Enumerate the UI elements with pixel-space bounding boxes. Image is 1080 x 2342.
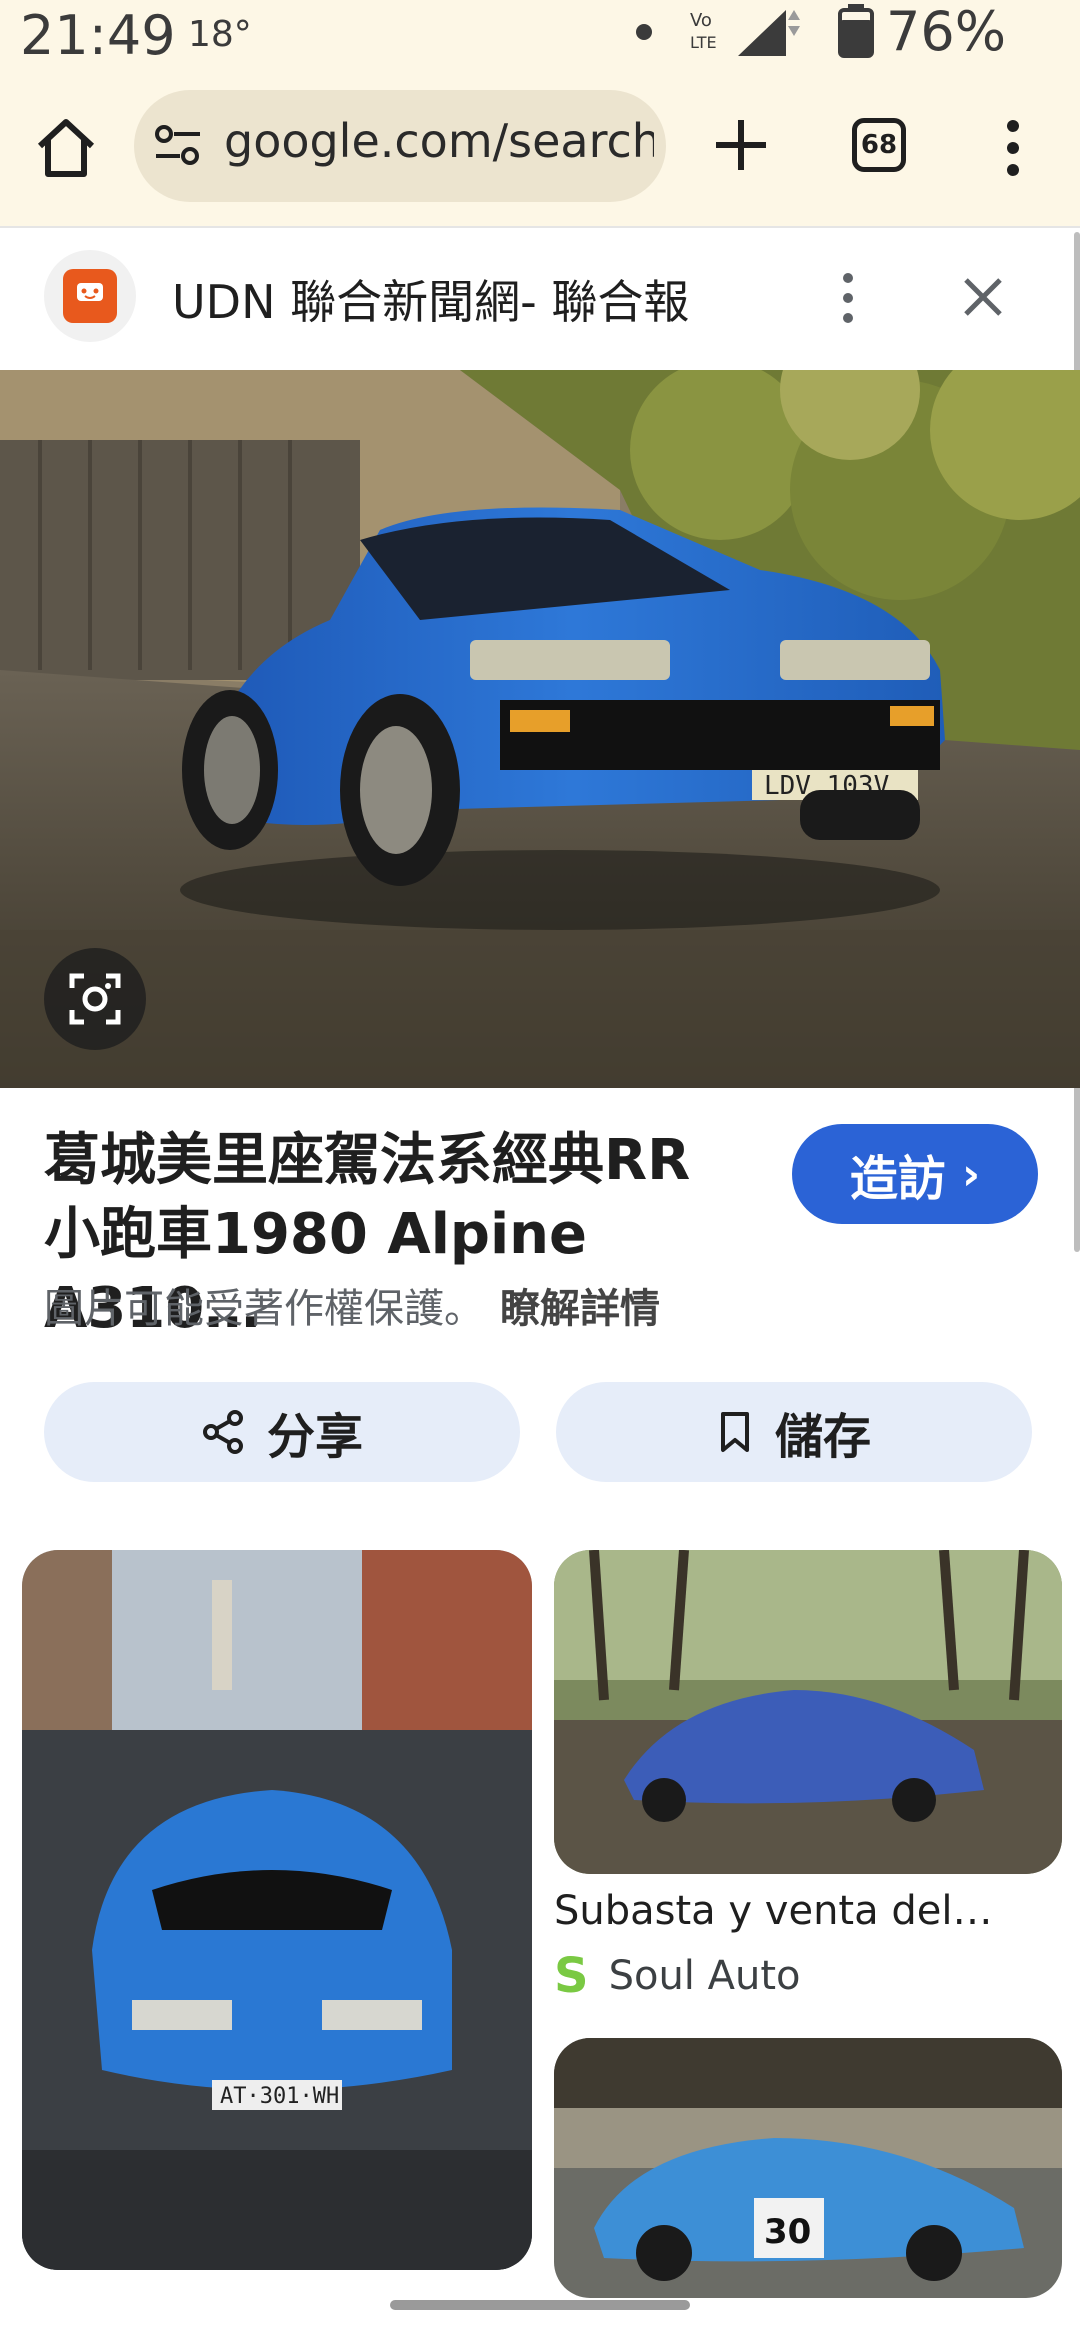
share-label: 分享 [266,1409,363,1465]
svg-text:Vo: Vo [690,10,712,31]
tab-count: 68 [860,130,898,160]
new-tab-plus-icon[interactable] [706,110,776,180]
browser-toolbar: google.com/search? 68 [0,70,1080,226]
home-icon[interactable] [30,112,102,184]
status-bar: 21:49 18° Vo LTE 76% [0,0,1080,70]
status-time: 21:49 [20,4,176,67]
udn-logo-icon [63,269,117,323]
blue-car-street-image: AT·301·WH [22,1550,532,2270]
volte-icon: Vo LTE [690,10,717,52]
blue-car-park-image [554,1550,1062,1874]
image-result-sheet: UDN 聯合新聞網- 聯合報 LDV 103V 葛城美里座駕法系經典RR 小跑車… [0,226,1080,2342]
chevron-right-icon: › [961,1148,981,1200]
result-title-line1: 葛城美里座駕法系經典RR [44,1128,691,1193]
battery-icon [838,4,874,58]
related-source[interactable]: S Soul Auto [554,1948,801,2004]
visit-button[interactable]: 造訪 › [792,1124,1038,1224]
close-icon[interactable] [958,272,1008,322]
share-icon [202,1410,243,1454]
battery-percent: 76% [886,0,1007,63]
blue-sports-car-image: LDV 103V [0,370,1080,1088]
related-image-right-bottom[interactable]: 30 [554,2038,1062,2298]
lens-icon [69,973,121,1025]
related-title[interactable]: Subasta y venta del… [554,1888,992,1934]
rally-car-image: 30 [554,2038,1062,2298]
url-text: google.com/search? [224,114,654,168]
related-image-right-top[interactable] [554,1550,1062,1874]
status-temperature: 18° [188,14,252,55]
copyright-notice: 圖片可能受著作權保護。 瞭解詳情 [44,1276,660,1334]
related-image-left[interactable]: AT·301·WH [22,1550,532,2270]
tune-icon[interactable] [154,124,202,168]
browser-menu-more-vert-icon[interactable] [1000,116,1026,180]
svg-text:30: 30 [764,2212,811,2252]
lens-search-button[interactable] [44,948,146,1050]
source-more-vert-icon[interactable] [836,270,860,326]
source-title[interactable]: UDN 聯合新聞網- 聯合報 [172,266,689,332]
learn-more-link[interactable]: 瞭解詳情 [500,1286,660,1332]
signal-icon [738,10,800,56]
visit-label: 造訪 [849,1151,946,1207]
svg-text:LTE: LTE [690,33,717,52]
soul-auto-logo-icon: S [554,1948,589,2004]
source-avatar [44,250,136,342]
save-label: 儲存 [774,1409,871,1465]
related-source-name: Soul Auto [608,1953,801,1999]
bookmark-icon [720,1412,749,1452]
share-button[interactable]: 分享 [44,1382,520,1482]
tab-switcher-button[interactable]: 68 [852,118,906,172]
address-bar[interactable]: google.com/search? [134,90,666,202]
copyright-text: 圖片可能受著作權保護。 [44,1286,484,1332]
save-button[interactable]: 儲存 [556,1382,1032,1482]
svg-text:AT·301·WH: AT·301·WH [220,2084,339,2109]
main-result-image[interactable]: LDV 103V [0,370,1080,1088]
gesture-bar[interactable] [390,2300,690,2310]
notification-dot-icon [636,24,652,40]
